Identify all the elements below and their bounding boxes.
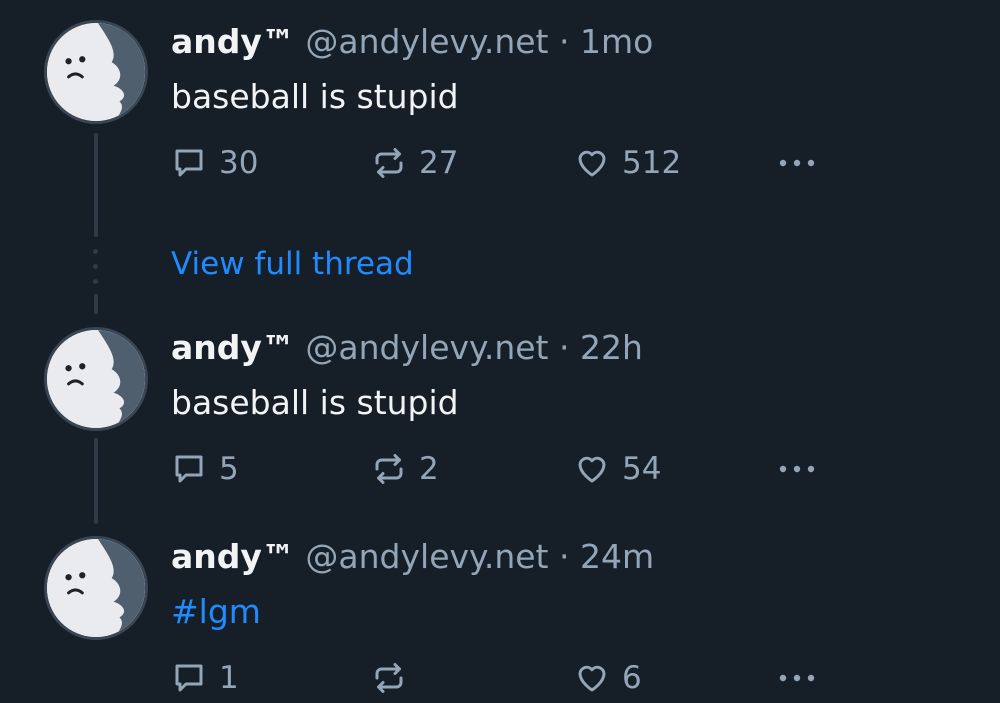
repost-count: 27 [419,145,459,181]
separator: · [559,328,570,367]
post-actions: 1 6 [171,658,831,698]
heart-icon [578,456,606,483]
thread-feed: andy™ @andylevy.net · 1mo baseball is st… [0,0,1000,703]
like-button[interactable]: 512 [574,143,681,183]
speech-bubble-icon [175,149,203,177]
repost-arrows-icon [375,663,403,693]
post-header: andy™ @andylevy.net · 22h [171,328,643,368]
post-actions: 30 27 512 [171,143,831,183]
more-options-button[interactable] [775,449,819,489]
repost-arrows-icon [375,454,403,484]
display-name[interactable]: andy™ [171,22,295,61]
thread-dot [93,279,98,284]
heart-icon [578,150,606,177]
like-count: 54 [622,451,662,487]
post-actions: 5 2 54 [171,449,831,489]
thread-line [94,133,98,237]
like-button[interactable]: 6 [574,658,642,698]
like-button[interactable]: 54 [574,449,661,489]
thread-line [94,438,98,524]
reply-button[interactable]: 1 [171,658,239,698]
timestamp[interactable]: 22h [580,328,643,367]
heart-icon [578,665,606,692]
post-text: baseball is stupid [171,383,459,422]
view-full-thread-link[interactable]: View full thread [171,244,414,284]
more-options-button[interactable] [775,143,819,183]
separator: · [559,537,570,576]
thread-dot [93,249,98,254]
ellipsis-icon [779,465,815,473]
reply-count: 1 [219,660,239,696]
reply-button[interactable]: 30 [171,143,258,183]
like-count: 512 [622,145,682,181]
repost-arrows-icon [375,148,403,178]
handle[interactable]: @andylevy.net [305,22,548,61]
ghost-avatar-icon [47,23,145,121]
avatar[interactable] [44,327,148,431]
speech-bubble-icon [175,455,203,483]
reply-count: 5 [219,451,239,487]
reply-button[interactable]: 5 [171,449,239,489]
thread-dot [93,264,98,269]
avatar[interactable] [44,20,148,124]
avatar[interactable] [44,536,148,640]
ellipsis-icon [779,674,815,682]
repost-count: 2 [419,451,439,487]
display-name[interactable]: andy™ [171,537,295,576]
repost-button[interactable]: 2 [371,449,439,489]
reply-count: 30 [219,145,259,181]
repost-button[interactable] [371,658,419,698]
post-text: baseball is stupid [171,77,459,116]
post-header: andy™ @andylevy.net · 24m [171,537,654,577]
more-options-button[interactable] [775,658,819,698]
handle[interactable]: @andylevy.net [305,328,548,367]
ghost-avatar-icon [47,539,145,637]
hashtag-link[interactable]: #lgm [171,592,261,632]
thread-line [94,294,98,314]
post-header: andy™ @andylevy.net · 1mo [171,22,653,62]
timestamp[interactable]: 1mo [580,22,653,61]
like-count: 6 [622,660,642,696]
display-name[interactable]: andy™ [171,328,295,367]
ellipsis-icon [779,159,815,167]
repost-button[interactable]: 27 [371,143,458,183]
separator: · [559,22,570,61]
speech-bubble-icon [175,664,203,692]
ghost-avatar-icon [47,330,145,428]
timestamp[interactable]: 24m [580,537,654,576]
handle[interactable]: @andylevy.net [305,537,548,576]
